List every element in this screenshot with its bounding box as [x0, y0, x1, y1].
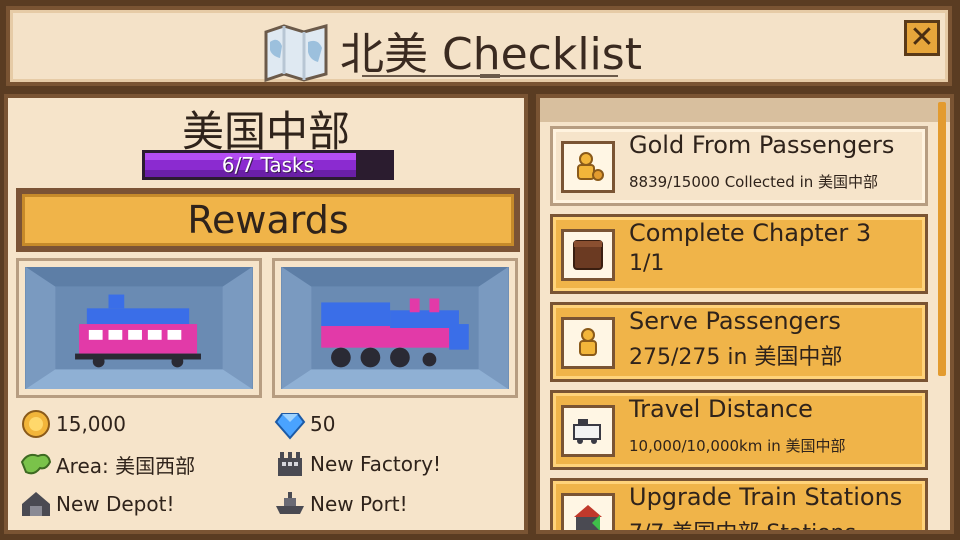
region-rewards-panel: 美国中部 6/7 Tasks Rewards 15,000 50 Area: 美…: [4, 94, 528, 534]
close-icon: ✕: [909, 20, 935, 55]
task-name: Serve Passengers: [629, 307, 841, 335]
passenger-car-scene: [25, 267, 253, 389]
rewards-header: Rewards: [16, 188, 520, 252]
reward-card-locomotive: [272, 258, 518, 398]
task-upgrade-train-stations[interactable]: Upgrade Train Stations 7/7 美国中部 Stations: [550, 478, 928, 534]
task-progress: 10,000/10,000km in 美国中部: [629, 437, 846, 455]
task-gold-from-passengers[interactable]: Gold From Passengers 8839/15000 Collecte…: [550, 126, 928, 206]
factory-icon: [278, 452, 302, 476]
passenger-gold-icon: [561, 141, 615, 193]
tasks-progress-bar: 6/7 Tasks: [142, 150, 394, 180]
reward-port: New Port!: [274, 488, 408, 520]
passenger-icon: [561, 317, 615, 369]
task-progress: 275/275 in 美国中部: [629, 345, 843, 370]
reward-card-passenger-car: [16, 258, 262, 398]
task-serve-passengers[interactable]: Serve Passengers 275/275 in 美国中部: [550, 302, 928, 382]
reward-gems: 50: [274, 408, 335, 440]
task-name: Complete Chapter 3: [629, 219, 872, 247]
reward-gold: 15,000: [20, 408, 126, 440]
task-list-top-strip: [540, 98, 950, 122]
map-area-icon: [20, 453, 52, 475]
task-name: Gold From Passengers: [629, 131, 895, 159]
reward-area: Area: 美国西部: [20, 448, 195, 480]
gem-icon: [274, 413, 306, 440]
task-travel-distance[interactable]: Travel Distance 10,000/10,000km in 美国中部: [550, 390, 928, 470]
book-icon: [561, 229, 615, 281]
passenger-car-icon: [25, 267, 253, 389]
task-name: Travel Distance: [629, 395, 813, 423]
reward-factory-text: New Factory!: [310, 452, 442, 476]
task-name: Upgrade Train Stations: [629, 483, 903, 511]
station-icon: [561, 493, 615, 530]
gold-coin-icon: [22, 410, 50, 438]
task-list-scrollbar[interactable]: [938, 102, 946, 376]
tasks-progress-text: 6/7 Tasks: [221, 153, 315, 177]
title-divider: [362, 74, 618, 78]
ship-icon: [276, 492, 304, 514]
reward-area-text: Area: 美国西部: [56, 453, 196, 478]
task-progress: 8839/15000 Collected in 美国中部: [629, 173, 879, 191]
reward-depot-text: New Depot!: [56, 492, 175, 516]
map-icon: [264, 24, 328, 82]
header-bar: 北美 Checklist ✕: [6, 6, 952, 86]
train-icon: [561, 405, 615, 457]
rewards-label: Rewards: [22, 194, 514, 246]
task-progress: 1/1: [629, 251, 665, 276]
reward-gold-text: 15,000: [56, 412, 126, 436]
reward-depot: New Depot!: [20, 488, 174, 520]
locomotive-icon: [281, 267, 509, 389]
page-title: 北美 Checklist: [340, 29, 642, 80]
reward-gems-text: 50: [310, 412, 336, 436]
reward-factory: New Factory!: [274, 448, 441, 480]
close-button[interactable]: ✕: [904, 20, 940, 56]
depot-icon: [22, 492, 50, 516]
locomotive-scene: [281, 267, 509, 389]
task-complete-chapter-3[interactable]: Complete Chapter 3 1/1: [550, 214, 928, 294]
task-progress: 7/7 美国中部 Stations: [629, 521, 857, 534]
reward-port-text: New Port!: [310, 492, 408, 516]
task-list-panel[interactable]: Gold From Passengers 8839/15000 Collecte…: [536, 94, 954, 534]
